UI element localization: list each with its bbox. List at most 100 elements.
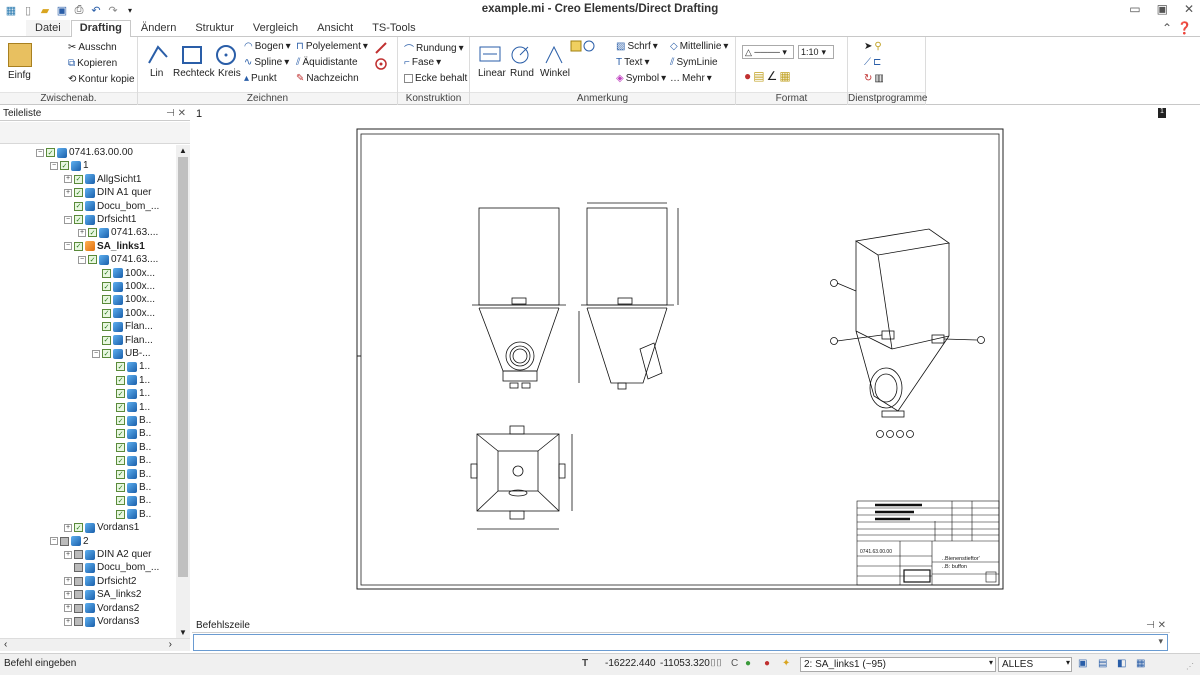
measure-tools[interactable]: ⟋ ⊏: [864, 57, 881, 68]
visibility-checkbox[interactable]: ✓: [116, 375, 125, 385]
linear-button[interactable]: Linear: [478, 68, 506, 79]
collapse-icon[interactable]: −: [64, 215, 72, 224]
polyline-button[interactable]: ⊓ Polyelement ▾: [296, 41, 368, 52]
trace-button[interactable]: ✎ Nachzeichn: [296, 73, 359, 84]
cut-button[interactable]: ✂ Ausschn: [68, 42, 117, 53]
keep-corner-checkbox[interactable]: Ecke behalt: [404, 73, 467, 84]
color-icon[interactable]: ●: [744, 69, 751, 83]
tree-node[interactable]: − ✓ 0741.63.00.00: [36, 146, 133, 159]
spline-button[interactable]: ∿ Spline ▾: [244, 57, 289, 68]
visibility-checkbox[interactable]: ✓: [74, 523, 83, 533]
visibility-checkbox[interactable]: [74, 617, 83, 626]
tree-node[interactable]: ✓ 1..: [106, 374, 150, 387]
visibility-checkbox[interactable]: ✓: [116, 362, 125, 372]
angle-format-icon[interactable]: ∠: [767, 69, 778, 83]
view-icon-4[interactable]: ▦: [1136, 658, 1145, 669]
tree-scroll-thumb[interactable]: [178, 157, 188, 577]
visibility-checkbox[interactable]: ✓: [116, 429, 125, 439]
tree-node[interactable]: ✓ 100x...: [92, 293, 155, 306]
misc-tools[interactable]: ↻ ▥: [864, 73, 884, 84]
customize-qat-icon[interactable]: ▾: [123, 3, 137, 17]
command-input[interactable]: ▾: [193, 634, 1168, 651]
paste-icon[interactable]: [8, 43, 32, 67]
filter-dropdown-icon[interactable]: ▾: [1066, 658, 1070, 667]
collapse-ribbon-icon[interactable]: ⌃: [1162, 21, 1172, 35]
tab-drafting[interactable]: Drafting: [70, 20, 131, 37]
close-icon[interactable]: ✕: [1184, 2, 1194, 16]
expand-icon[interactable]: +: [64, 604, 72, 613]
redo-icon[interactable]: ↷: [106, 3, 120, 17]
line-icon[interactable]: [146, 43, 170, 67]
visibility-checkbox[interactable]: ✓: [116, 509, 125, 519]
cancel-icon[interactable]: ●: [764, 658, 770, 669]
tree-node[interactable]: − ✓ Drfsicht1: [64, 213, 136, 226]
scroll-up-icon[interactable]: ▲: [179, 146, 187, 155]
expand-icon[interactable]: +: [78, 228, 86, 237]
tree-node[interactable]: ✓ Flan...: [92, 320, 153, 333]
line-button[interactable]: Lin: [150, 68, 163, 79]
tree-node[interactable]: + ✓ DIN A1 quer: [64, 186, 151, 199]
tree-node[interactable]: − ✓ SA_links1: [64, 240, 145, 253]
scale-select[interactable]: 1:10 ▾: [798, 45, 834, 59]
visibility-checkbox[interactable]: ✓: [74, 241, 83, 251]
tree-node[interactable]: ✓ 1..: [106, 401, 150, 414]
visibility-checkbox[interactable]: ✓: [74, 188, 83, 198]
tree-node[interactable]: ✓ B..: [106, 441, 151, 454]
copy-button[interactable]: ⧉ Kopieren: [68, 58, 117, 69]
visibility-checkbox[interactable]: [74, 603, 83, 613]
visibility-checkbox[interactable]: ✓: [116, 496, 125, 506]
visibility-checkbox[interactable]: ✓: [74, 174, 83, 184]
angle-dimension-icon[interactable]: [542, 43, 566, 65]
tree-node[interactable]: ✓ Flan...: [92, 334, 153, 347]
visibility-checkbox[interactable]: ✓: [102, 295, 111, 305]
arc-button[interactable]: ◠ Bogen ▾: [244, 41, 291, 52]
visibility-checkbox[interactable]: ✓: [102, 282, 111, 291]
app-icon[interactable]: ▦: [4, 3, 18, 17]
tree-node[interactable]: + ✓ AllgSicht1: [64, 173, 141, 186]
visibility-checkbox[interactable]: ✓: [102, 322, 111, 332]
visibility-checkbox[interactable]: ✓: [102, 349, 111, 358]
fillet-button[interactable]: ⌒ Rundung ▾: [404, 41, 464, 56]
visibility-checkbox[interactable]: [74, 563, 83, 573]
equidistant-button[interactable]: ⫽ Äquidistante: [296, 57, 358, 68]
chamfer-button[interactable]: ⌐ Fase ▾: [404, 57, 441, 68]
pen-color-icon[interactable]: [374, 41, 394, 55]
tab-datei[interactable]: Datei: [26, 20, 70, 36]
tree-node[interactable]: − ✓ 0741.63....: [78, 253, 158, 266]
copy-contour-button[interactable]: ⟲ Kontur kopie: [68, 74, 135, 85]
tree-node[interactable]: Docu_bom_...: [64, 561, 159, 574]
active-part-dropdown-icon[interactable]: ▾: [989, 658, 993, 667]
tree-node[interactable]: + ✓ 0741.63....: [78, 226, 158, 239]
tree-node[interactable]: ✓ 100x...: [92, 280, 155, 293]
radius-dimension-icon[interactable]: [510, 43, 534, 65]
visibility-checkbox[interactable]: ✓: [60, 161, 69, 171]
text-button[interactable]: T Text ▾: [616, 57, 649, 68]
symline-button[interactable]: ⫽ SymLinie: [670, 57, 718, 68]
view-icon-1[interactable]: ▣: [1078, 658, 1087, 669]
drawing-canvas[interactable]: ..Bienenstieftor' ..B: buffon 0741.63.00…: [192, 121, 1170, 616]
collapse-icon[interactable]: −: [64, 242, 72, 251]
tree-node[interactable]: + ✓ Vordans1: [64, 521, 139, 534]
visibility-checkbox[interactable]: ✓: [74, 201, 83, 211]
visibility-checkbox[interactable]: ✓: [88, 255, 97, 265]
restore-icon[interactable]: ▣: [1157, 2, 1168, 16]
expand-icon[interactable]: +: [64, 188, 72, 197]
tree-hscrollbar[interactable]: ‹ ›: [0, 638, 190, 651]
visibility-checkbox[interactable]: ✓: [116, 456, 125, 466]
snap-icon[interactable]: ⌷⌷: [710, 658, 722, 669]
tab-aendern[interactable]: Ändern: [132, 20, 185, 36]
undo-icon[interactable]: ↶: [89, 3, 103, 17]
visibility-checkbox[interactable]: ✓: [116, 483, 125, 492]
tree-node[interactable]: ✓ Docu_bom_...: [64, 200, 159, 213]
save-icon[interactable]: ▣: [55, 3, 69, 17]
visibility-checkbox[interactable]: [60, 536, 69, 546]
tree-node[interactable]: − ✓ UB-...: [92, 347, 151, 360]
pattern-icon[interactable]: ▦: [779, 69, 790, 83]
more-button[interactable]: … Mehr ▾: [670, 73, 712, 84]
hatch-button[interactable]: ▧ Schrf ▾: [616, 41, 658, 52]
expand-icon[interactable]: +: [64, 523, 72, 532]
expand-icon[interactable]: +: [64, 550, 72, 559]
view-icon-2[interactable]: ▤: [1098, 658, 1107, 669]
tree-node[interactable]: ✓ B..: [106, 468, 151, 481]
target-icon[interactable]: [374, 57, 394, 71]
